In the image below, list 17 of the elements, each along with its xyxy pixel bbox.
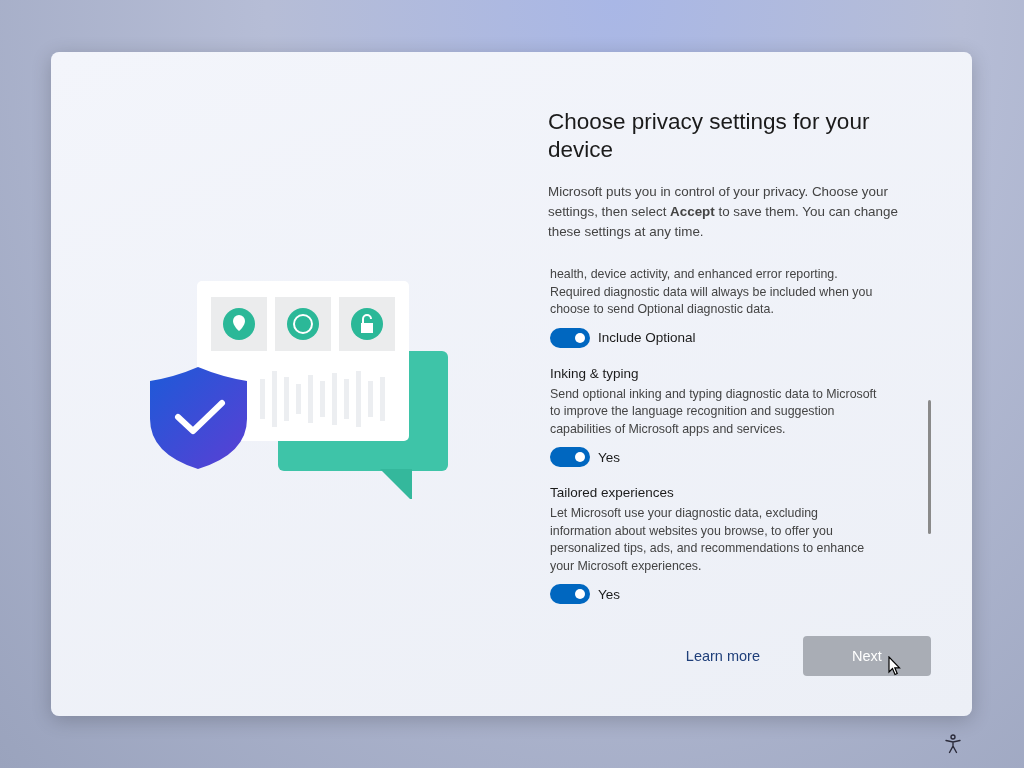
learn-more-link[interactable]: Learn more: [685, 648, 760, 664]
setting-description: Send optional inking and typing diagnostic data to Microsoft to improve the language recognition and suggestion capabilities of Microsoft apps and services.: [550, 385, 878, 438]
toggle-label: Yes: [598, 449, 621, 465]
toggle-switch[interactable]: [550, 584, 590, 604]
accessibility-icon[interactable]: [944, 734, 962, 754]
setting-description: Let Microsoft use your diagnostic data, excluding information about websites you browse, to offer you personalized tips, ads, and recommendations to enhance your Microsoft experiences.: [550, 505, 866, 575]
toggle-label: Yes: [598, 586, 621, 602]
toggle-switch[interactable]: [550, 447, 590, 467]
setting-heading: Inking & typing: [550, 365, 640, 381]
mouse-pointer-icon: [888, 656, 901, 676]
setting-description: health, device activity, and enhanced error reporting. Required diagnostic data will always be included when you choose to send Optional diagnostic data.: [550, 266, 874, 318]
toggle-label: Include Optional: [598, 330, 696, 345]
scrollbar-thumb[interactable]: [928, 400, 931, 534]
intro-text: Microsoft puts you in control of your privacy. Choose your settings, then select Accept to save them. You can change these settings at any time.: [548, 183, 899, 241]
page-title: Choose privacy settings for your device: [548, 108, 871, 164]
toggle-switch[interactable]: [550, 327, 590, 348]
setting-heading: Tailored experiences: [550, 485, 675, 500]
